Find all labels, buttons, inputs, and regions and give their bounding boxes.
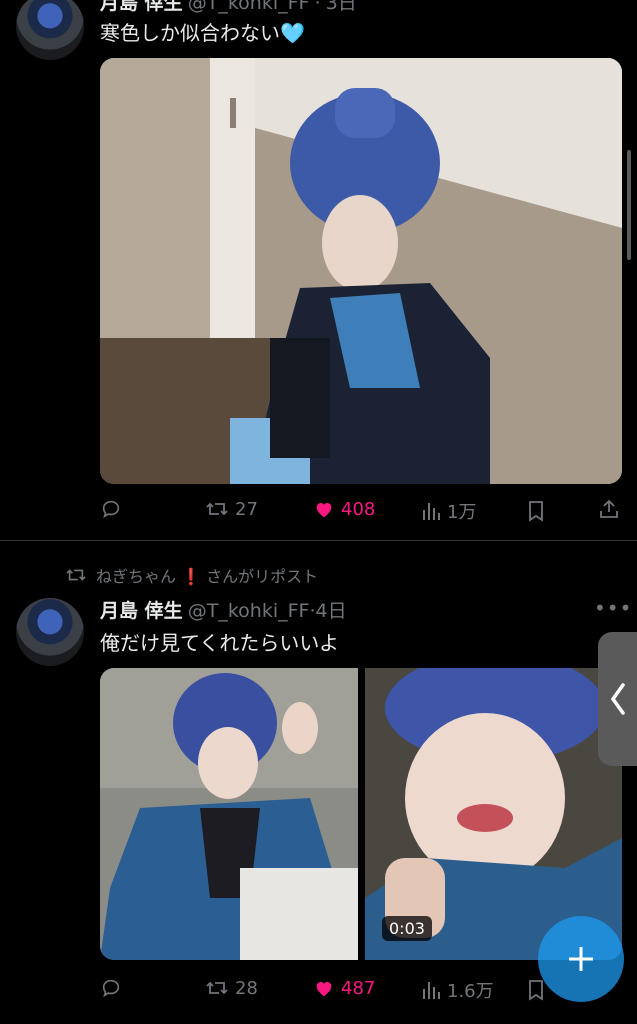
display-name[interactable]: 月島 倖生 [100, 0, 183, 14]
share-button[interactable] [598, 498, 620, 520]
avatar[interactable] [16, 0, 84, 60]
photo-image [100, 58, 622, 484]
tweet-text: 寒色しか似合わない🩵 [100, 21, 305, 45]
like-button[interactable]: 487 [313, 977, 375, 999]
tweet-header: 月島 倖生 @T_kohki_FF · 3日 [100, 0, 357, 15]
bookmark-icon [529, 980, 543, 1001]
heart-icon [316, 503, 332, 518]
bookmark-button[interactable] [527, 979, 545, 1001]
views-button[interactable]: 1万 [421, 498, 476, 524]
reply-button[interactable] [100, 498, 122, 520]
scrollbar[interactable] [627, 150, 631, 260]
user-handle[interactable]: @T_kohki_FF [188, 600, 310, 622]
retweet-icon [66, 569, 86, 581]
views-icon [423, 982, 440, 999]
bookmark-icon [529, 501, 543, 522]
side-drawer-handle[interactable] [598, 632, 637, 766]
avatar[interactable] [16, 598, 84, 666]
tweet-photo[interactable] [100, 58, 622, 484]
user-handle[interactable]: @T_kohki_FF [188, 0, 310, 14]
separator-dot: · [314, 0, 321, 14]
photo-image [100, 668, 358, 960]
bookmark-button[interactable] [527, 500, 545, 522]
like-count: 487 [341, 977, 376, 999]
repost-label: ねぎちゃん ❗️ さんがリポスト [96, 567, 319, 586]
views-button[interactable]: 1.6万 [421, 977, 494, 1003]
retweet-icon [206, 502, 228, 516]
tweet-photo[interactable] [100, 668, 358, 960]
retweet-button[interactable]: 27 [205, 498, 258, 520]
retweet-icon [206, 981, 228, 995]
reply-button[interactable] [100, 977, 122, 999]
timestamp[interactable]: 4日 [316, 600, 347, 622]
tweet-divider [0, 540, 637, 541]
compose-button[interactable] [538, 916, 624, 1002]
more-icon: ••• [594, 596, 633, 620]
like-button[interactable]: 408 [313, 498, 375, 520]
retweet-count: 27 [235, 498, 258, 520]
display-name[interactable]: 月島 倖生 [100, 600, 183, 622]
chevron-left-icon [610, 683, 625, 715]
tweet-header: 月島 倖生 @T_kohki_FF·4日 [100, 596, 347, 623]
more-button[interactable]: ••• [594, 596, 632, 620]
reply-icon [102, 500, 120, 519]
share-icon [600, 499, 618, 518]
like-count: 408 [341, 498, 376, 520]
heart-icon [316, 982, 332, 997]
views-count: 1.6万 [447, 981, 494, 1002]
plus-icon [569, 947, 593, 971]
tweet-text: 俺だけ見てくれたらいいよ [100, 631, 339, 655]
repost-indicator[interactable]: ねぎちゃん ❗️ さんがリポスト [64, 563, 318, 587]
video-duration: 0:03 [382, 916, 432, 941]
reply-icon [102, 979, 120, 998]
views-count: 1万 [447, 502, 477, 523]
retweet-count: 28 [235, 977, 258, 999]
views-icon [423, 503, 440, 520]
retweet-button[interactable]: 28 [205, 977, 258, 999]
timestamp[interactable]: 3日 [326, 0, 357, 14]
